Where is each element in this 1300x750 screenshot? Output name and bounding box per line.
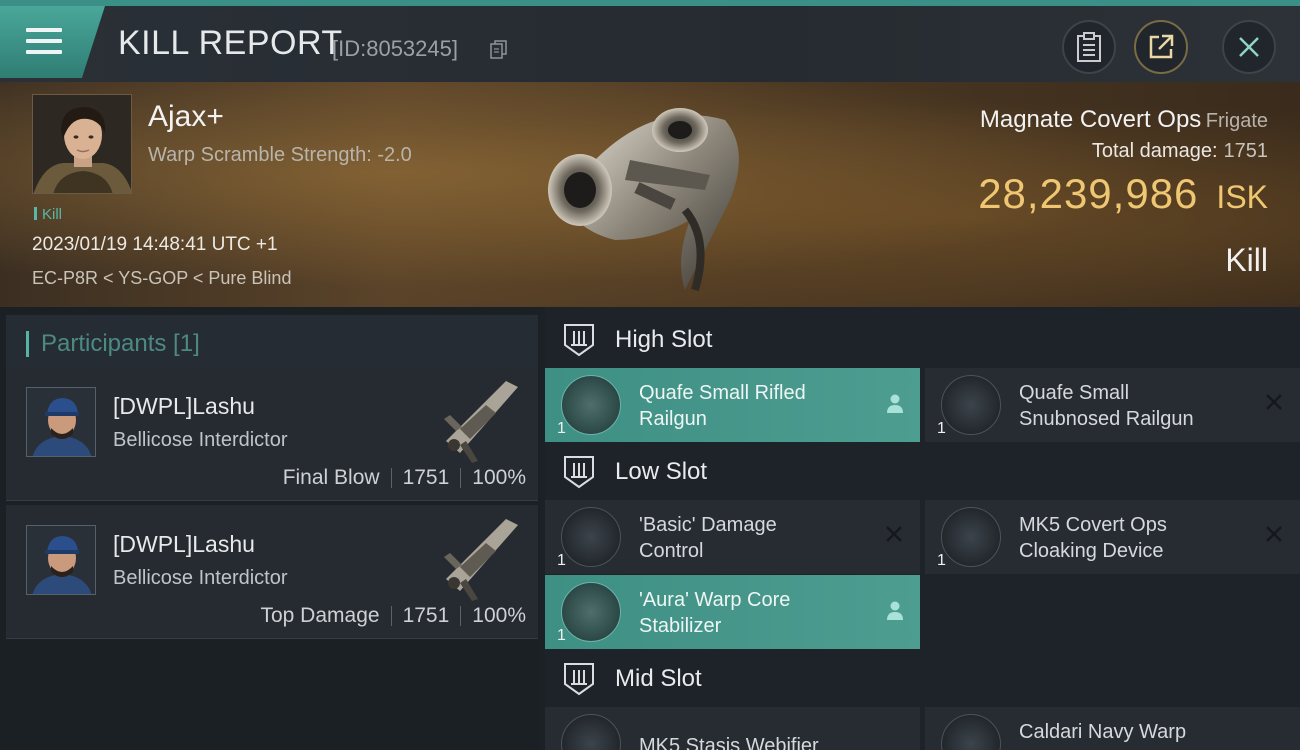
railgun-icon	[561, 375, 621, 435]
total-damage: Total damage: 1751	[1092, 140, 1268, 163]
module-item[interactable]: 1 Quafe Small Snubnosed Railgun	[925, 368, 1300, 442]
warp-core-stabilizer-icon	[561, 582, 621, 642]
page-title: KILL REPORT	[118, 24, 343, 62]
module-qty: 1	[937, 420, 946, 437]
participant-ship-icon	[444, 381, 518, 463]
victim-ship-class: Frigate	[1205, 110, 1268, 132]
module-name: MK5 Covert Ops Cloaking Device	[1019, 514, 1167, 562]
participant-damage: 1751	[402, 466, 450, 489]
total-damage-label: Total damage:	[1091, 140, 1218, 162]
module-name: MK5 Stasis Webifier	[639, 735, 819, 750]
module-qty: 1	[557, 552, 566, 569]
participant-role: Final Blow	[282, 466, 380, 489]
module-item[interactable]: 1 Quafe Small Rifled Railgun	[545, 368, 920, 442]
participant-stats: Top Damage 1751 100%	[260, 604, 526, 628]
participants-panel: Participants [1] [DWPL]Lashu Bellicose I…	[0, 307, 540, 750]
participant-ship-icon	[444, 519, 518, 601]
clipboard-button[interactable]	[1062, 20, 1116, 74]
mid-slot-label: Mid Slot	[615, 665, 702, 692]
participant-ship: Bellicose Interdictor	[113, 429, 288, 451]
participant-avatar[interactable]	[26, 387, 96, 457]
high-slot-label: High Slot	[615, 326, 713, 353]
victim-ship-line[interactable]: Magnate Covert Ops Frigate	[980, 106, 1268, 134]
participant-stats: Final Blow 1751 100%	[283, 466, 526, 490]
railgun-icon	[941, 375, 1001, 435]
participant-ship: Bellicose Interdictor	[113, 567, 288, 589]
victim-pilot-name[interactable]: Ajax+	[148, 100, 224, 134]
module-item[interactable]: 1 'Basic' Damage Control	[545, 500, 920, 574]
hamburger-icon	[26, 28, 62, 58]
participants-header: Participants [1]	[6, 315, 538, 373]
victim-portrait[interactable]	[32, 94, 132, 194]
close-icon	[1239, 37, 1259, 57]
low-slot-header: Low Slot	[545, 443, 1300, 501]
module-name: Quafe Small Rifled Railgun	[639, 382, 806, 430]
module-qty: 1	[557, 627, 566, 644]
x-icon	[886, 526, 902, 542]
mid-slot-header: Mid Slot	[545, 650, 1300, 708]
participant-card[interactable]: [DWPL]Lashu Bellicose Interdictor Final …	[6, 367, 538, 501]
module-qty: 1	[557, 420, 566, 437]
close-button[interactable]	[1222, 20, 1276, 74]
x-icon	[1266, 394, 1282, 410]
total-damage-value: 1751	[1223, 140, 1269, 162]
kill-tag: Kill	[34, 206, 62, 223]
module-qty: 1	[937, 552, 946, 569]
isk-unit: ISK	[1216, 179, 1268, 215]
high-slot-header: High Slot	[545, 311, 1300, 369]
isk-value-line: 28,239,986 ISK	[978, 170, 1268, 218]
kill-location[interactable]: EC-P8R < YS-GOP < Pure Blind	[32, 268, 291, 289]
module-name: 'Aura' Warp Core Stabilizer	[639, 589, 791, 637]
copy-icon[interactable]	[490, 40, 508, 60]
kill-datetime: 2023/01/19 14:48:41 UTC +1	[32, 234, 278, 255]
participant-name[interactable]: [DWPL]Lashu	[113, 531, 255, 558]
share-button[interactable]	[1134, 20, 1188, 74]
cloaking-device-icon	[941, 507, 1001, 567]
clipboard-icon	[1077, 32, 1101, 62]
module-name: Quafe Small Snubnosed Railgun	[1019, 382, 1194, 430]
participant-role: Top Damage	[260, 604, 380, 627]
participant-percent: 100%	[472, 604, 526, 627]
isk-value: 28,239,986	[978, 170, 1199, 217]
module-name: 'Basic' Damage Control	[639, 514, 777, 562]
module-item[interactable]: Caldari Navy Warp	[925, 707, 1300, 750]
kill-summary: Ajax+ Warp Scramble Strength: -2.0 Kill …	[0, 82, 1300, 307]
module-item[interactable]: 1 'Aura' Warp Core Stabilizer	[545, 575, 920, 649]
slot-icon	[564, 456, 594, 489]
fitting-panel: High Slot 1 Quafe Small Rifled Railgun 1…	[545, 307, 1300, 750]
participant-name[interactable]: [DWPL]Lashu	[113, 393, 255, 420]
slot-icon	[564, 324, 594, 357]
x-icon	[1266, 526, 1282, 542]
report-id: [ID:8053245]	[332, 36, 458, 61]
low-slot-label: Low Slot	[615, 458, 708, 485]
participants-title: Participants [1]	[41, 330, 200, 357]
warp-disruptor-icon	[941, 714, 1001, 750]
menu-button[interactable]	[0, 6, 105, 78]
header-bar: KILL REPORT [ID:8053245]	[0, 0, 1300, 82]
stasis-webifier-icon	[561, 714, 621, 750]
slot-icon	[564, 663, 594, 696]
victim-ship-name: Magnate Covert Ops	[979, 106, 1202, 133]
share-icon	[1149, 34, 1174, 59]
participant-avatar[interactable]	[26, 525, 96, 595]
module-name: Caldari Navy Warp	[1019, 721, 1187, 743]
damage-control-icon	[561, 507, 621, 567]
person-icon	[887, 601, 903, 620]
module-item[interactable]: 1 MK5 Covert Ops Cloaking Device	[925, 500, 1300, 574]
victim-ship-image[interactable]	[535, 90, 765, 300]
person-icon	[887, 394, 903, 413]
participant-card[interactable]: [DWPL]Lashu Bellicose Interdictor Top Da…	[6, 505, 538, 639]
result-label: Kill	[1225, 242, 1268, 278]
participant-damage: 1751	[402, 604, 450, 627]
participant-percent: 100%	[472, 466, 526, 489]
module-item[interactable]: MK5 Stasis Webifier	[545, 707, 920, 750]
warp-scramble-strength: Warp Scramble Strength: -2.0	[148, 144, 412, 166]
